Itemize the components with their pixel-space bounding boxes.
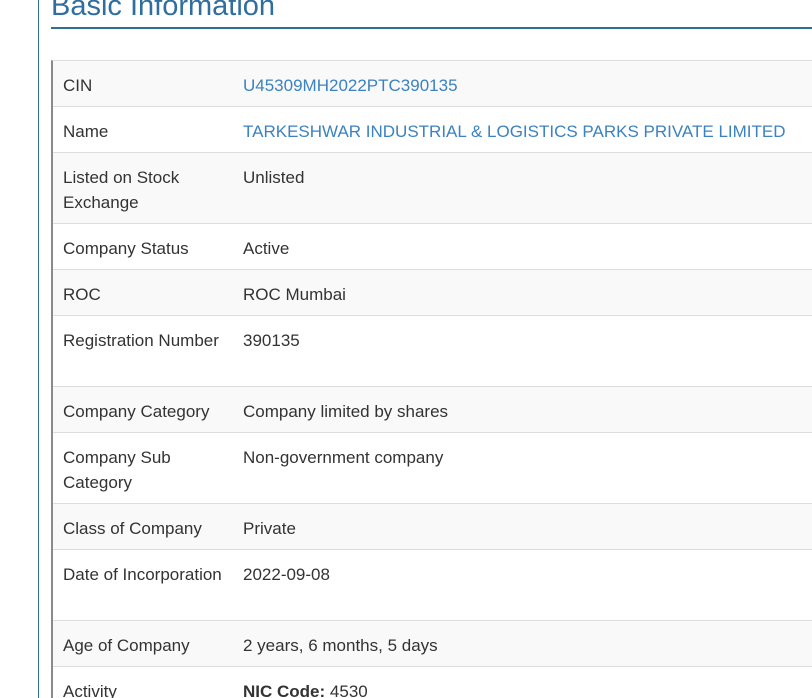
table-row-roc: ROC ROC Mumbai bbox=[53, 270, 812, 316]
table-row-age: Age of Company 2 years, 6 months, 5 days bbox=[53, 621, 812, 667]
row-label: Class of Company bbox=[63, 519, 202, 538]
row-value: Unlisted bbox=[243, 168, 305, 187]
nic-code-label: NIC Code: bbox=[243, 682, 326, 698]
table-row-registration-number: Registration Number 390135 bbox=[53, 316, 812, 387]
row-label: ROC bbox=[63, 285, 101, 304]
table-row-name: Name TARKESHWAR INDUSTRIAL & LOGISTICS P… bbox=[53, 107, 812, 153]
row-label: Name bbox=[63, 122, 109, 141]
row-value: Private bbox=[243, 519, 296, 538]
row-value: 2 years, 6 months, 5 days bbox=[243, 636, 438, 655]
company-info-page: Basic Information CIN U45309MH2022PTC390… bbox=[0, 0, 812, 698]
nic-code-number: 4530 bbox=[329, 682, 368, 698]
row-label: Date of Incorporation bbox=[63, 565, 222, 584]
row-value: Non-government company bbox=[243, 448, 444, 467]
row-label: Registration Number bbox=[63, 331, 219, 350]
table-row-status: Company Status Active bbox=[53, 224, 812, 270]
cin-link[interactable]: U45309MH2022PTC390135 bbox=[233, 61, 812, 106]
section-title: Basic Information bbox=[51, 0, 276, 22]
row-label: Company Status bbox=[63, 239, 189, 258]
table-row-listed: Listed on Stock Exchange Unlisted bbox=[53, 153, 812, 224]
row-value: 390135 bbox=[243, 331, 300, 350]
basic-information-table: CIN U45309MH2022PTC390135 Name TARKESHWA… bbox=[51, 60, 812, 698]
table-row-activity: Activity NIC Code: 4530 bbox=[53, 667, 812, 698]
table-row-sub-category: Company Sub Category Non-government comp… bbox=[53, 433, 812, 504]
row-value: Company limited by shares bbox=[243, 402, 449, 421]
row-label: Activity bbox=[63, 682, 117, 698]
row-label: CIN bbox=[63, 76, 93, 95]
title-underline bbox=[51, 27, 812, 29]
row-label: Age of Company bbox=[63, 636, 190, 655]
row-value: 2022-09-08 bbox=[243, 565, 330, 584]
table-row-category: Company Category Company limited by shar… bbox=[53, 387, 812, 433]
row-label: Company Sub Category bbox=[63, 448, 171, 492]
table-row-incorporation-date: Date of Incorporation 2022-09-08 bbox=[53, 550, 812, 621]
left-vertical-rule bbox=[38, 0, 39, 698]
row-value: ROC Mumbai bbox=[243, 285, 346, 304]
company-name-link[interactable]: TARKESHWAR INDUSTRIAL & LOGISTICS PARKS … bbox=[233, 107, 812, 152]
row-label: Listed on Stock Exchange bbox=[63, 168, 180, 212]
table-row-class: Class of Company Private bbox=[53, 504, 812, 550]
row-value: Active bbox=[243, 239, 290, 258]
nic-code-value: NIC Code: 4530 bbox=[233, 667, 812, 698]
table-row-cin: CIN U45309MH2022PTC390135 bbox=[53, 61, 812, 107]
row-label: Company Category bbox=[63, 402, 210, 421]
